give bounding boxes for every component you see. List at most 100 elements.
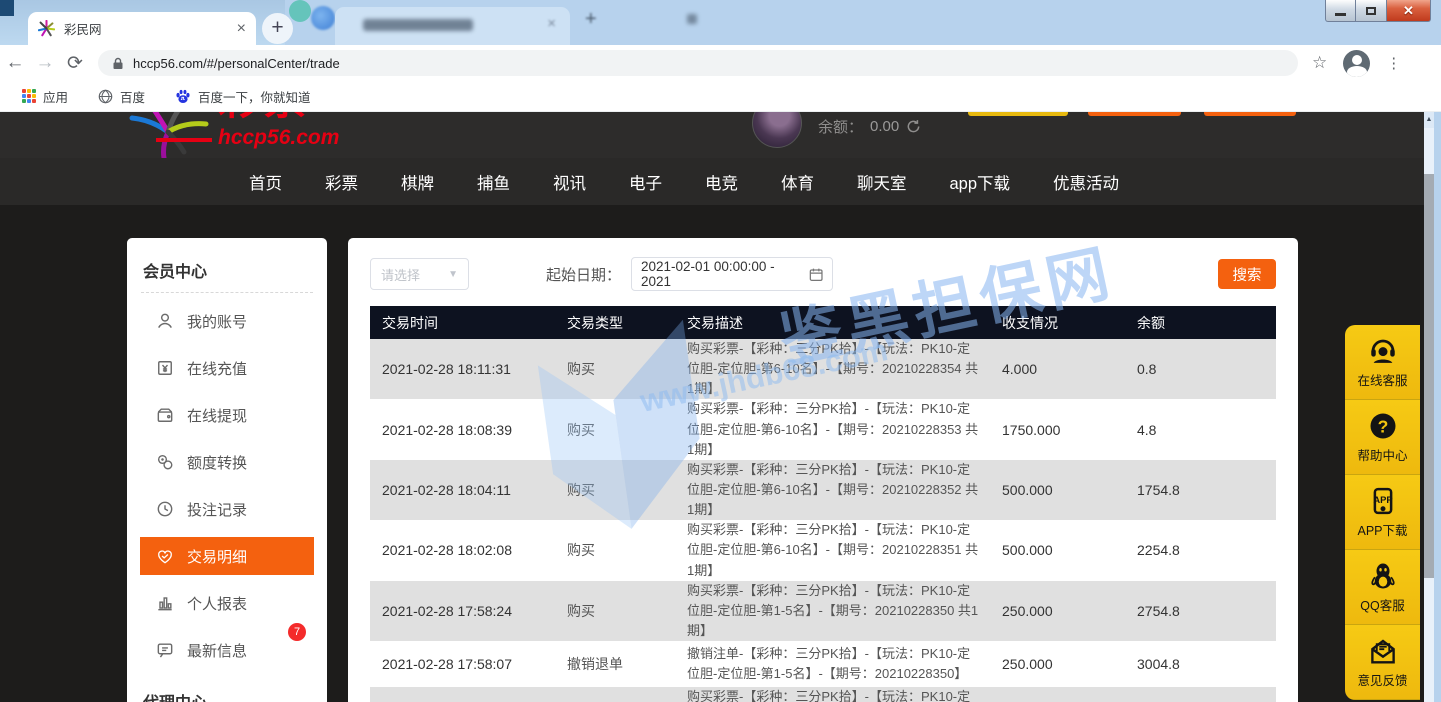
floating-button[interactable]: QQ客服 xyxy=(1345,550,1420,625)
bookmark-baidu-search[interactable]: 百度一下，你就知道 xyxy=(175,87,311,106)
balance-display: 余额：0.00 xyxy=(818,116,921,137)
recharge-icon xyxy=(155,358,175,378)
history-icon xyxy=(155,499,175,519)
date-range-input[interactable]: 2021-02-01 00:00:00 - 2021 xyxy=(631,257,833,291)
floating-button[interactable]: ? 帮助中心 xyxy=(1345,400,1420,475)
nav-item[interactable]: 捕鱼 xyxy=(477,170,510,194)
search-button[interactable]: 搜索 xyxy=(1218,259,1276,289)
site-favicon-icon xyxy=(38,20,55,37)
table-row: 2021-02-28 17:58:24 购买 购买彩票-【彩种：三分PK拾】-【… xyxy=(370,581,1276,641)
bookmarks-bar: 应用 百度 百度一下，你就知道 xyxy=(0,81,1441,112)
nav-item[interactable]: 彩票 xyxy=(325,170,358,194)
refresh-balance-icon[interactable] xyxy=(906,119,921,134)
cell-amount: 4.000 xyxy=(996,361,1131,377)
sidebar-item[interactable]: 在线提现 xyxy=(140,396,314,434)
tab-close-icon[interactable]: × xyxy=(237,21,246,37)
cell-balance: 0.8 xyxy=(1131,361,1270,377)
cutoff-button-orange-1[interactable] xyxy=(1088,112,1181,116)
sidebar-item[interactable]: 个人报表 xyxy=(140,584,314,622)
nav-item[interactable]: 视讯 xyxy=(553,170,586,194)
floating-button[interactable]: 在线客服 xyxy=(1345,325,1420,400)
logo-big-text: 彩票 xyxy=(218,112,310,127)
cell-time: 2021-02-28 17:58:07 xyxy=(376,656,561,672)
sidebar-item[interactable]: 交易明细 xyxy=(140,537,314,575)
site-logo[interactable]: 彩票 hccp56.com xyxy=(122,112,412,158)
user-avatar[interactable] xyxy=(752,112,802,148)
sidebar-item[interactable]: 最新信息 7 xyxy=(140,631,314,669)
window-right-border xyxy=(1434,112,1441,702)
sidebar-item[interactable]: 我的账号 xyxy=(140,302,314,340)
cell-type: 购买 xyxy=(561,420,681,440)
nav-item[interactable]: 首页 xyxy=(249,170,282,194)
nav-item[interactable]: 聊天室 xyxy=(857,170,907,194)
filter-bar: 请选择 ▼ 起始日期： 2021-02-01 00:00:00 - 2021 搜… xyxy=(370,258,1276,290)
nav-item[interactable]: app下载 xyxy=(949,170,1010,194)
maximize-button[interactable] xyxy=(1356,0,1386,22)
nav-item[interactable]: 优惠活动 xyxy=(1053,170,1119,194)
sidebar-item[interactable]: 投注记录 xyxy=(140,490,314,528)
cutoff-button-orange-2[interactable] xyxy=(1204,112,1296,116)
profile-avatar-icon[interactable] xyxy=(1343,50,1370,77)
cell-time: 2021-02-28 17:58:24 xyxy=(376,603,561,619)
bookmark-apps[interactable]: 应用 xyxy=(22,87,68,106)
browser-tab[interactable]: 彩民网 × xyxy=(28,12,256,45)
bookmark-baidu[interactable]: 百度 xyxy=(98,87,145,106)
table-body: 2021-02-28 18:11:31 购买 购买彩票-【彩种：三分PK拾】-【… xyxy=(370,339,1276,702)
reload-button[interactable]: ⟳ xyxy=(60,52,90,75)
back-button[interactable]: ← xyxy=(0,52,30,74)
page-viewport: 彩票 hccp56.com 余额：0.00 首页彩票棋牌捕鱼视讯电子电竞体育聊天… xyxy=(0,112,1424,702)
trade-icon xyxy=(155,546,175,566)
cell-type: 购买 xyxy=(561,540,681,560)
background-tab-title xyxy=(363,19,473,31)
background-app-icon xyxy=(311,6,335,30)
new-tab-button[interactable]: + xyxy=(262,13,293,44)
minimize-button[interactable] xyxy=(1325,0,1356,22)
globe-icon xyxy=(98,89,113,104)
floating-button[interactable]: 意见反馈 xyxy=(1345,625,1420,700)
cell-desc: 购买彩票-【彩种：三分PK拾】-【玩法：PK10-定位胆-定位胆-第1-5名】-… xyxy=(681,687,996,702)
cell-type: 购买 xyxy=(561,480,681,500)
notification-badge: 7 xyxy=(288,623,306,641)
cutoff-button-yellow[interactable] xyxy=(968,112,1068,116)
sidebar-menu: 我的账号 在线充值 在线提现 xyxy=(127,302,327,669)
cell-desc: 购买彩票-【彩种：三分PK拾】-【玩法：PK10-定位胆-定位胆-第1-5名】-… xyxy=(681,581,996,641)
nav-item[interactable]: 棋牌 xyxy=(401,170,434,194)
nav-item[interactable]: 体育 xyxy=(781,170,814,194)
nav-item[interactable]: 电竞 xyxy=(705,170,738,194)
sidebar-item[interactable]: 额度转换 xyxy=(140,443,314,481)
message-icon xyxy=(155,640,175,660)
logo-dash xyxy=(156,138,212,142)
browser-window: × + 彩民网 × + ✕ ← → ⟳ xyxy=(0,0,1441,702)
logo-burst-icon xyxy=(122,112,214,158)
cell-balance: 3004.8 xyxy=(1131,656,1270,672)
bookmark-star-icon[interactable]: ☆ xyxy=(1312,53,1327,73)
tab-title: 彩民网 xyxy=(64,19,237,38)
forward-button[interactable]: → xyxy=(30,52,60,74)
background-extension-icon xyxy=(289,0,311,22)
cell-balance: 4.8 xyxy=(1131,422,1270,438)
address-bar[interactable]: hccp56.com/#/personalCenter/trade xyxy=(98,50,1298,76)
nav-item[interactable]: 电子 xyxy=(629,170,662,194)
close-button[interactable]: ✕ xyxy=(1386,0,1431,22)
cell-type: 撤销退单 xyxy=(561,654,681,674)
calendar-icon xyxy=(809,267,823,282)
menu-icon[interactable]: ⋮ xyxy=(1386,61,1392,66)
user-icon xyxy=(155,311,175,331)
page-scrollbar[interactable]: ▲ xyxy=(1424,112,1434,702)
table-row: 2021-02-28 17:57:44 购买 购买彩票-【彩种：三分PK拾】-【… xyxy=(370,687,1276,702)
date-range-label: 起始日期： xyxy=(546,264,621,285)
cell-amount: 500.000 xyxy=(996,482,1131,498)
baidu-paw-icon xyxy=(175,89,191,104)
scrollbar-up-arrow[interactable]: ▲ xyxy=(1424,112,1434,128)
cell-balance: 2754.8 xyxy=(1131,603,1270,619)
report-icon xyxy=(155,593,175,613)
withdraw-icon xyxy=(155,405,175,425)
cell-amount: 1750.000 xyxy=(996,422,1131,438)
logo-domain-text: hccp56.com xyxy=(218,126,339,150)
cell-type: 购买 xyxy=(561,601,681,621)
type-select[interactable]: 请选择 ▼ xyxy=(370,258,469,290)
scrollbar-thumb[interactable] xyxy=(1424,174,1434,578)
sidebar-item[interactable]: 在线充值 xyxy=(140,349,314,387)
floating-button[interactable]: APP APP下载 xyxy=(1345,475,1420,550)
background-tab-close-icon: × xyxy=(547,15,556,32)
